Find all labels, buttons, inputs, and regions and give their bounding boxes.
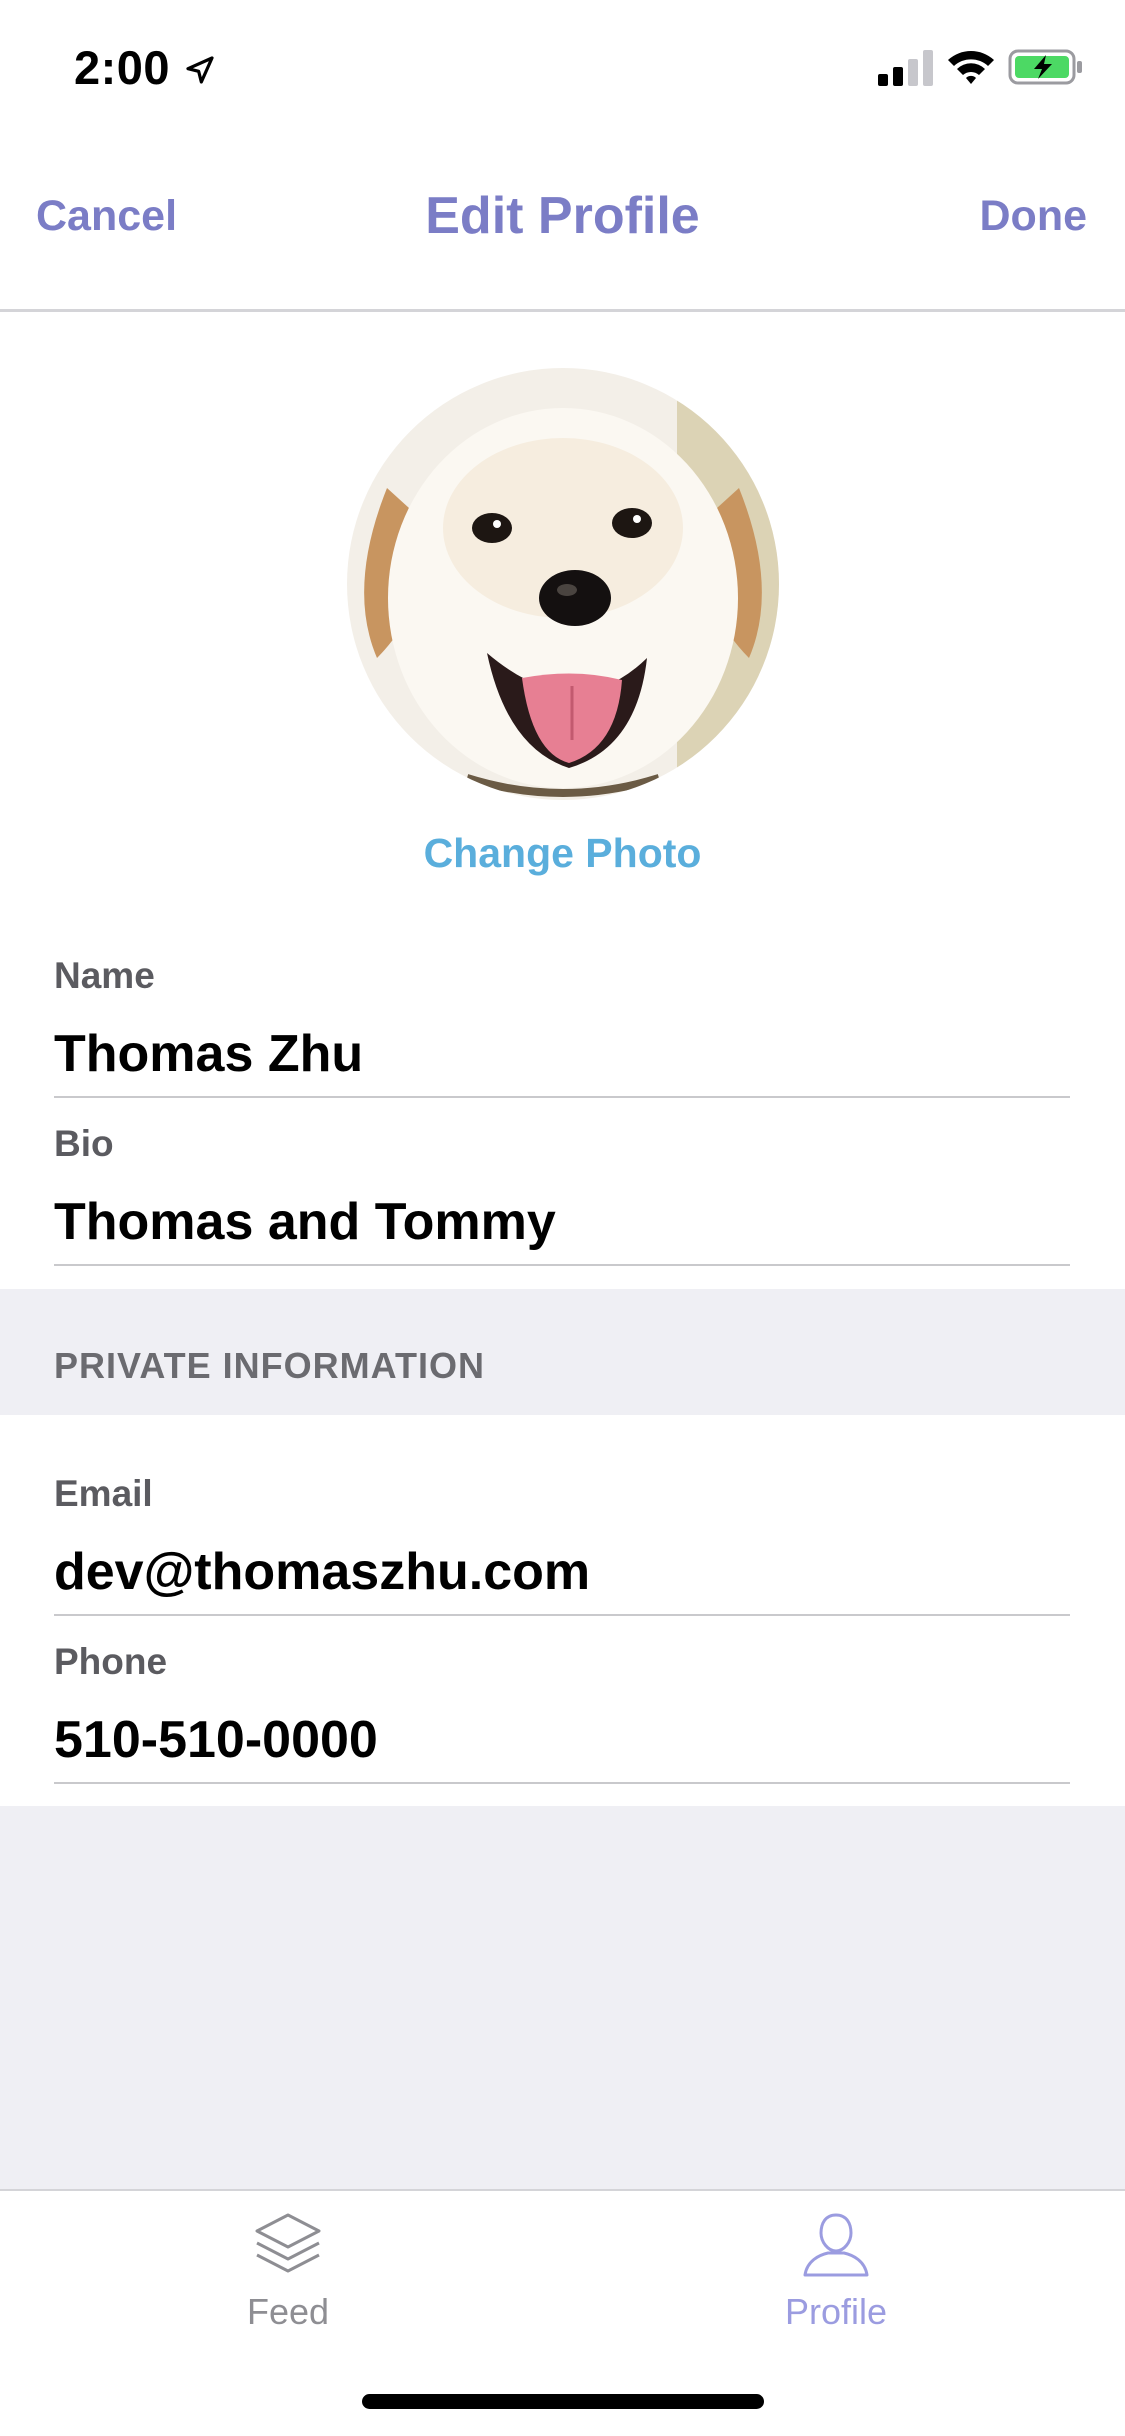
bio-label: Bio	[54, 1123, 114, 1164]
done-button[interactable]: Done	[980, 192, 1088, 241]
tab-profile-label: Profile	[784, 2291, 888, 2332]
section-header-title: PRIVATE INFORMATION	[54, 1345, 485, 1386]
email-field[interactable]: dev@thomaszhu.com	[54, 1540, 1070, 1604]
change-photo-button[interactable]: Change Photo	[0, 830, 1125, 877]
bio-field[interactable]: Thomas and Tommy	[54, 1190, 1070, 1254]
phone-field[interactable]: 510-510-0000	[54, 1708, 1070, 1772]
name-label: Name	[54, 955, 155, 996]
wifi-icon	[948, 51, 994, 84]
home-indicator	[362, 2394, 764, 2409]
private-information-section-header: PRIVATE INFORMATION	[0, 1289, 1125, 1415]
page-title: Edit Profile	[425, 187, 700, 245]
tab-bar: Feed Profile	[0, 2189, 1125, 2436]
email-label: Email	[54, 1473, 153, 1514]
empty-background-area	[0, 1806, 1125, 2189]
phone-label: Phone	[54, 1641, 168, 1682]
tab-feed-label: Feed	[246, 2291, 330, 2332]
status-bar: 2:00	[0, 0, 1125, 132]
tab-profile[interactable]: Profile	[686, 2191, 986, 2351]
person-icon	[803, 2213, 869, 2277]
puppy-image	[347, 368, 779, 800]
tab-feed[interactable]: Feed	[138, 2191, 438, 2351]
phone-field-underline	[54, 1782, 1070, 1784]
location-arrow-icon	[186, 56, 214, 84]
bio-field-underline	[54, 1264, 1070, 1266]
email-field-underline	[54, 1614, 1070, 1616]
layers-icon	[255, 2213, 321, 2273]
navigation-bar: Cancel Edit Profile Done	[0, 132, 1125, 312]
name-field[interactable]: Thomas Zhu	[54, 1022, 1070, 1086]
cellular-signal-icon	[878, 50, 933, 86]
name-field-underline	[54, 1096, 1070, 1098]
battery-charging-icon	[1008, 49, 1082, 85]
status-time: 2:00	[74, 41, 171, 94]
profile-photo[interactable]	[347, 368, 779, 800]
